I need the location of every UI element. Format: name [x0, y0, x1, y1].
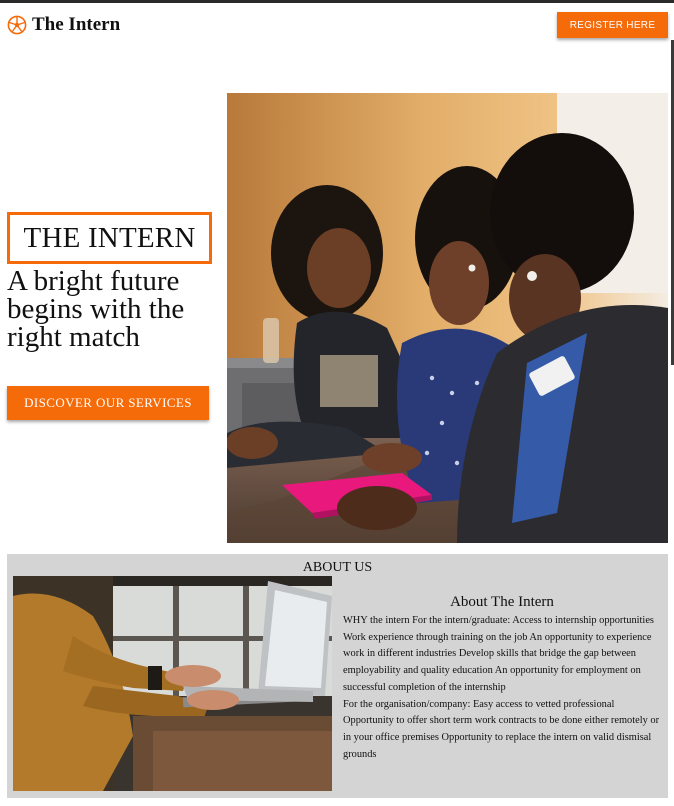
- about-photo: [13, 576, 332, 791]
- hero-badge: THE INTERN: [7, 212, 212, 264]
- hero-photo: [227, 93, 668, 543]
- hero-headline: A bright future begins with the right ma…: [7, 265, 185, 353]
- discover-services-button[interactable]: DISCOVER OUR SERVICES: [7, 386, 209, 420]
- orange-wheel-icon: [7, 15, 27, 35]
- site-logo-text: The Intern: [32, 14, 121, 35]
- top-border: [0, 0, 674, 3]
- about-paragraph-intern: WHY the intern For the intern/graduate: …: [343, 615, 654, 693]
- site-logo[interactable]: The Intern: [7, 14, 120, 36]
- about-section-title: ABOUT US: [302, 560, 373, 575]
- hero-photo-illustration: [227, 93, 668, 543]
- about-section: ABOUT US About The Intern WHY the intern…: [7, 554, 668, 798]
- register-button[interactable]: REGISTER HERE: [557, 12, 668, 38]
- laptop-photo-illustration: [13, 576, 332, 791]
- about-body: WHY the intern For the intern/graduate: …: [343, 613, 661, 763]
- about-paragraph-organisation: For the organisation/company: Easy acces…: [343, 698, 660, 760]
- about-heading: About The Intern: [450, 594, 554, 610]
